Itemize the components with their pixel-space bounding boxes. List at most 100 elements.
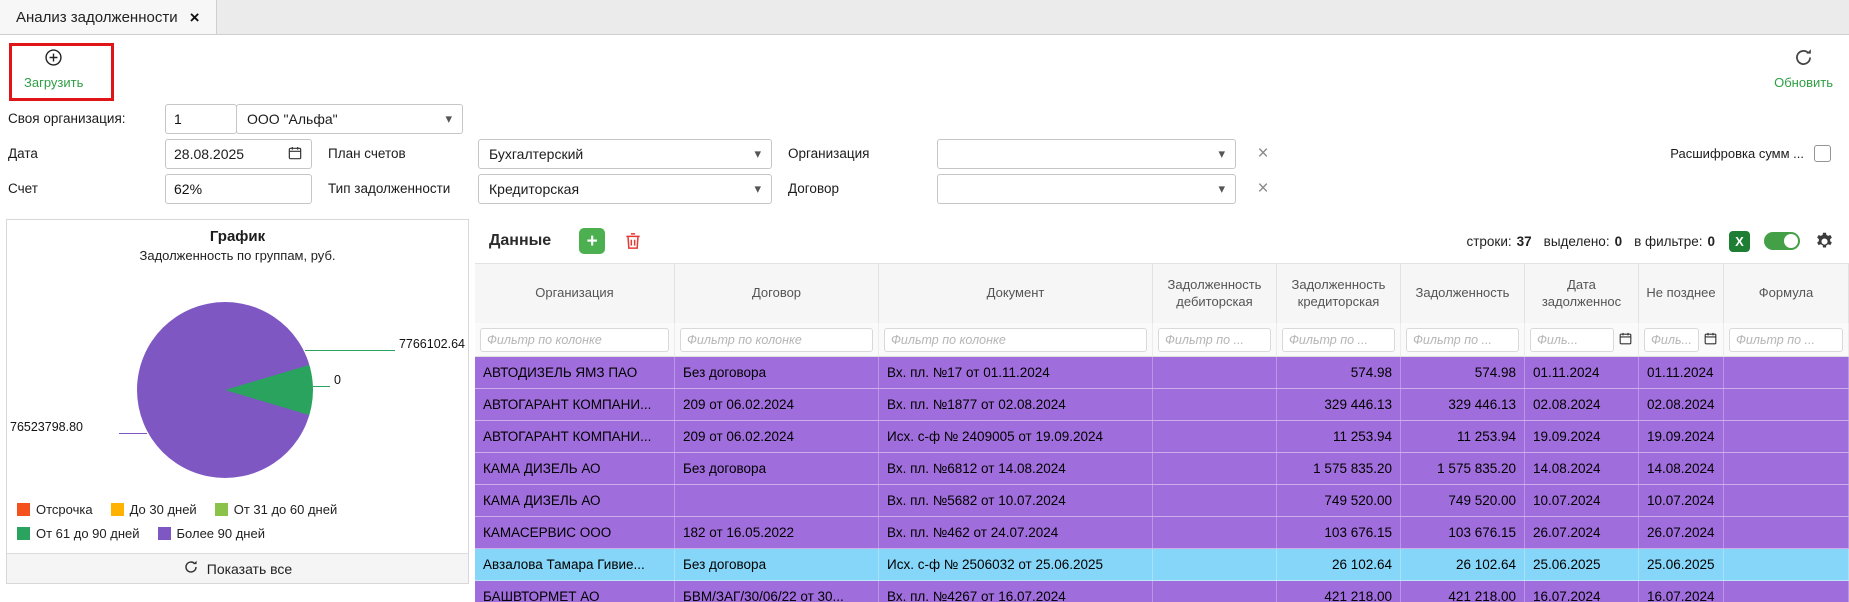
column-header[interactable]: Организация [475,264,675,323]
pie-callout: 76523798.80 [10,420,83,434]
load-button-label: Загрузить [24,75,83,90]
column-filter-input[interactable] [480,328,669,352]
column-filter [1277,323,1401,356]
calendar-icon[interactable] [1703,331,1718,349]
stat-value: 0 [1615,234,1623,249]
table-cell [1153,581,1277,602]
organization-select[interactable]: ▾ [937,139,1236,169]
organization-clear-icon[interactable]: × [1252,139,1274,169]
stat-label: в фильтре: [1634,234,1702,249]
table-row[interactable]: АВТОГАРАНТ КОМПАНИ...209 от 06.02.2024Вх… [475,389,1849,421]
column-filter-input[interactable] [680,328,873,352]
load-button[interactable]: Загрузить [24,47,83,90]
table-cell: 749 520.00 [1401,485,1525,516]
table-cell [1153,421,1277,452]
column-filter-input[interactable] [1158,328,1271,352]
table-row[interactable]: КАМА ДИЗЕЛЬ АО Вх. пл. №5682 от 10.07.202… [475,485,1849,517]
table-cell: Авзалова Тамара Гивие... [475,549,675,580]
column-header[interactable]: Не позднее [1639,264,1724,323]
column-header[interactable]: Дата задолженнос [1525,264,1639,323]
table-cell: 10.07.2024 [1525,485,1639,516]
column-filter-input[interactable] [1644,328,1699,352]
column-filter-input[interactable] [884,328,1147,352]
table-row[interactable]: АВТОДИЗЕЛЬ ЯМЗ ПАОБез договораВх. пл. №1… [475,357,1849,389]
show-all-button[interactable]: Показать все [7,553,468,583]
table-cell: АВТОДИЗЕЛЬ ЯМЗ ПАО [475,357,675,388]
table-cell: 16.07.2024 [1639,581,1724,602]
table-cell [1153,517,1277,548]
account-input[interactable] [165,174,312,204]
column-header[interactable]: Задолженность кредиторская [1277,264,1401,323]
app-window: Анализ задолженности × Загрузить Обновит… [0,0,1849,602]
main-toolbar: Загрузить Обновить [0,35,1849,104]
chart-subtitle: Задолженность по группам, руб. [7,248,468,263]
table-cell: 421 218.00 [1277,581,1401,602]
legend-swatch-icon [17,527,30,540]
table-cell: Исх. с-ф № 2409005 от 19.09.2024 [879,421,1153,452]
column-header[interactable]: Договор [675,264,879,323]
column-header[interactable]: Задолженность дебиторская [1153,264,1277,323]
column-header[interactable]: Формула [1724,264,1849,323]
table-cell: 103 676.15 [1277,517,1401,548]
calendar-icon[interactable] [1618,331,1633,349]
date-input[interactable]: 28.08.2025 [165,139,312,169]
table-cell [1153,453,1277,484]
table-cell: 25.06.2025 [1639,549,1724,580]
calendar-icon[interactable] [287,145,303,164]
column-filter-input[interactable] [1530,328,1614,352]
table-row[interactable]: КАМА ДИЗЕЛЬ АОБез договораВх. пл. №6812 … [475,453,1849,485]
table-row[interactable]: АВТОГАРАНТ КОМПАНИ...209 от 06.02.2024Ис… [475,421,1849,453]
table-cell [1724,453,1849,484]
contract-select[interactable]: ▾ [937,174,1236,204]
grid-toggle[interactable] [1764,232,1800,250]
table-row[interactable]: Авзалова Тамара Гивие...Без договораИсх.… [475,549,1849,581]
legend-item: Отсрочка [17,502,93,517]
table-cell: Вх. пл. №462 от 24.07.2024 [879,517,1153,548]
column-filter [1153,323,1277,356]
chart-legend-row: ОтсрочкаДо 30 днейОт 31 до 60 дней [17,502,337,517]
contract-clear-icon[interactable]: × [1252,174,1274,204]
table-cell: КАМАСЕРВИС ООО [475,517,675,548]
account-label: Счет [8,174,38,204]
table-cell: Вх. пл. №6812 от 14.08.2024 [879,453,1153,484]
column-filter-input[interactable] [1729,328,1843,352]
table-cell: 1 575 835.20 [1277,453,1401,484]
column-filter [1401,323,1525,356]
excel-export-icon[interactable]: X [1729,231,1750,252]
column-header[interactable]: Документ [879,264,1153,323]
refresh-icon [1793,47,1814,71]
table-cell: 01.11.2024 [1639,357,1724,388]
table-row[interactable]: КАМАСЕРВИС ООО182 от 16.05.2022Вх. пл. №… [475,517,1849,549]
table-row[interactable]: БАШВТОРМЕТ АОБВМ/ЗАГ/30/06/22 от 30...Вх… [475,581,1849,602]
column-header[interactable]: Задолженность [1401,264,1525,323]
table-cell: АВТОГАРАНТ КОМПАНИ... [475,389,675,420]
table-cell: 11 253.94 [1401,421,1525,452]
gear-icon[interactable] [1814,231,1835,252]
chart-title: График [7,228,468,245]
tab-analysis[interactable]: Анализ задолженности × [0,0,217,34]
chart-of-accounts-select[interactable]: Бухгалтерский ▾ [478,139,772,169]
delete-row-icon[interactable] [623,231,643,251]
column-filter-input[interactable] [1406,328,1519,352]
decrypt-sums-checkbox[interactable] [1814,145,1831,162]
filter-area: Своя организация: ООО "Альфа" ▾ Дата 28.… [0,104,1849,219]
table-cell: БАШВТОРМЕТ АО [475,581,675,602]
add-row-button[interactable]: + [579,228,605,254]
table-cell: 26.07.2024 [1525,517,1639,548]
table-cell: Вх. пл. №1877 от 02.08.2024 [879,389,1153,420]
own-org-select[interactable]: ООО "Альфа" ▾ [236,104,463,134]
refresh-button[interactable]: Обновить [1774,47,1833,90]
table-cell: 26 102.64 [1401,549,1525,580]
table-cell: Вх. пл. №5682 от 10.07.2024 [879,485,1153,516]
table-cell: Без договора [675,549,879,580]
date-value: 28.08.2025 [174,146,281,162]
debt-type-select[interactable]: Кредиторская ▾ [478,174,772,204]
own-org-code-input[interactable] [165,104,237,134]
column-filter-input[interactable] [1282,328,1395,352]
legend-swatch-icon [111,503,124,516]
chart-panel: График Задолженность по группам, руб. 77… [6,219,469,584]
pie-chart [137,302,313,478]
tab-close-icon[interactable]: × [190,9,200,26]
own-org-select-value: ООО "Альфа" [247,111,439,127]
table-cell: КАМА ДИЗЕЛЬ АО [475,485,675,516]
